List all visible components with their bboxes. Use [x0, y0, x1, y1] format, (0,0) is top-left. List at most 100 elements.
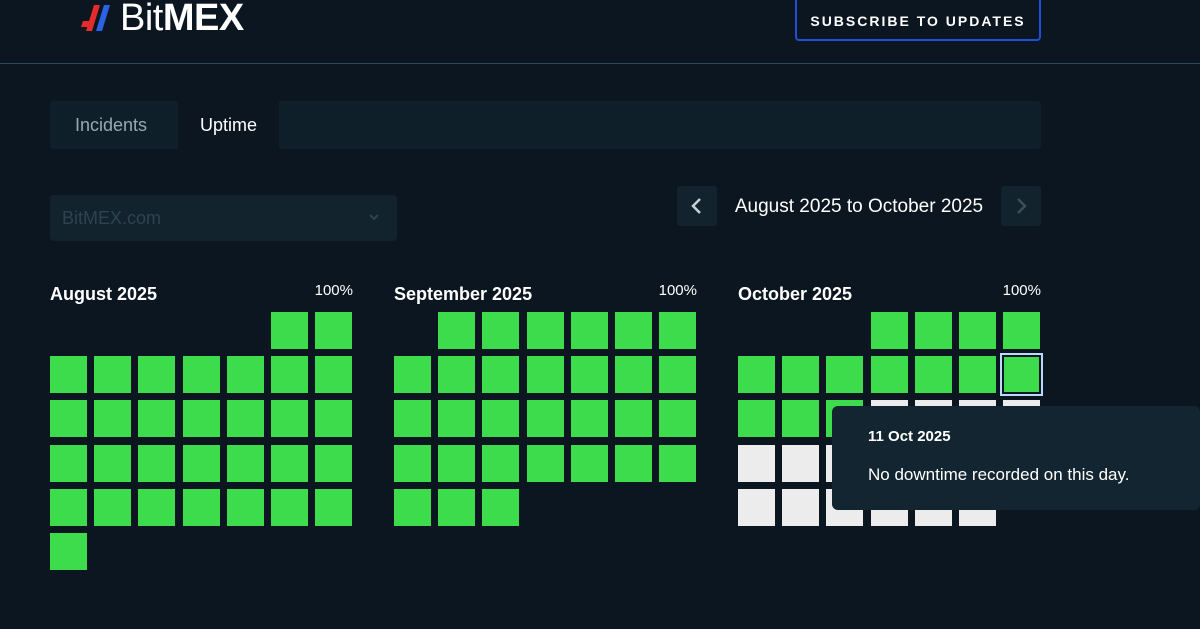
calendar-day[interactable]	[482, 356, 520, 394]
calendar-day[interactable]	[50, 533, 87, 570]
header-divider	[0, 63, 1200, 64]
calendar-day[interactable]	[659, 312, 697, 349]
date-range-label: August 2025 to October 2025	[734, 196, 984, 217]
calendar-day[interactable]	[182, 488, 220, 526]
chevron-left-icon	[691, 198, 701, 214]
calendar-day[interactable]	[959, 356, 996, 394]
calendar-day[interactable]	[315, 312, 353, 349]
calendar-day[interactable]	[570, 312, 608, 349]
calendar-day[interactable]	[782, 400, 820, 438]
calendar-day[interactable]	[482, 312, 520, 349]
calendar-day[interactable]	[50, 444, 87, 482]
calendar-day[interactable]	[782, 444, 820, 482]
calendar-day[interactable]	[526, 356, 564, 394]
calendar-day[interactable]	[738, 400, 775, 438]
calendar-day[interactable]	[315, 400, 353, 438]
calendar-day[interactable]	[570, 400, 608, 438]
calendar-day[interactable]	[615, 444, 652, 482]
calendar-day[interactable]	[438, 488, 476, 526]
calendar-day[interactable]	[94, 400, 132, 438]
calendar-day[interactable]	[271, 488, 308, 526]
next-range-button[interactable]	[1001, 186, 1041, 226]
calendar-day[interactable]	[438, 400, 476, 438]
calendar-day[interactable]	[659, 400, 697, 438]
calendar-day[interactable]	[271, 356, 308, 394]
calendar-day[interactable]	[438, 312, 476, 349]
month-title: October 2025	[738, 284, 853, 304]
chevron-right-icon	[1017, 198, 1027, 214]
calendar-day[interactable]	[394, 400, 431, 438]
component-select-value: BitMEX.com	[62, 207, 162, 228]
calendar-day[interactable]	[94, 444, 132, 482]
component-select[interactable]: BitMEX.com	[50, 195, 397, 241]
calendar-day[interactable]	[94, 488, 132, 526]
calendar-day[interactable]	[271, 444, 308, 482]
calendar-day[interactable]	[570, 444, 608, 482]
calendar-day[interactable]	[394, 488, 431, 526]
previous-range-button[interactable]	[677, 186, 717, 226]
calendar-day[interactable]	[659, 356, 697, 394]
calendar-day[interactable]	[50, 488, 87, 526]
calendar-day[interactable]	[271, 400, 308, 438]
calendar-day[interactable]	[826, 356, 864, 394]
calendar-day[interactable]	[226, 444, 264, 482]
calendar-day[interactable]	[570, 356, 608, 394]
subscribe-button[interactable]: SUBSCRIBE TO UPDATES	[795, 0, 1041, 41]
month-uptime-percent: 100%	[314, 282, 353, 299]
calendar-day[interactable]	[94, 356, 132, 394]
tooltip-date: 11 Oct 2025	[868, 428, 951, 445]
tab-incidents[interactable]: Incidents	[50, 101, 172, 149]
day-tooltip: 11 Oct 2025 No downtime recorded on this…	[832, 406, 1200, 510]
calendar-day[interactable]	[526, 444, 564, 482]
calendar-day[interactable]	[138, 400, 176, 438]
calendar-day[interactable]	[914, 312, 952, 349]
calendar-day[interactable]	[138, 488, 176, 526]
calendar-day[interactable]	[315, 488, 353, 526]
logo-text-bold: MEX	[162, 0, 244, 39]
calendar-day[interactable]	[50, 356, 87, 394]
calendar-day[interactable]	[315, 356, 353, 394]
calendar-day[interactable]	[1003, 312, 1041, 349]
calendar-day[interactable]	[226, 400, 264, 438]
calendar-day[interactable]	[738, 356, 775, 394]
calendar-day[interactable]	[438, 356, 476, 394]
calendar-day[interactable]	[914, 356, 952, 394]
calendar-day[interactable]	[482, 444, 520, 482]
calendar-day[interactable]	[659, 444, 697, 482]
calendar-day[interactable]	[271, 312, 308, 349]
calendar-day[interactable]	[226, 488, 264, 526]
calendar-day[interactable]	[182, 356, 220, 394]
calendar-day[interactable]	[615, 356, 652, 394]
calendar-day[interactable]	[959, 312, 996, 349]
calendar-day[interactable]	[182, 400, 220, 438]
calendar-day[interactable]	[782, 488, 820, 526]
calendar-day[interactable]	[738, 488, 775, 526]
calendar-day[interactable]	[615, 312, 652, 349]
calendar-day[interactable]	[526, 400, 564, 438]
calendar-day[interactable]	[138, 444, 176, 482]
calendar-day[interactable]	[394, 444, 431, 482]
calendar-day[interactable]	[315, 444, 353, 482]
calendar-day[interactable]	[1000, 353, 1044, 397]
calendar-day[interactable]	[394, 356, 431, 394]
tab-uptime[interactable]: Uptime	[178, 101, 279, 149]
calendar-day[interactable]	[870, 312, 908, 349]
tooltip-message: No downtime recorded on this day.	[868, 465, 1130, 484]
month-uptime-percent: 100%	[1002, 282, 1041, 299]
calendar-day[interactable]	[482, 488, 520, 526]
calendar-grid	[50, 312, 354, 582]
calendar-day[interactable]	[226, 356, 264, 394]
calendar-day[interactable]	[526, 312, 564, 349]
tab-bar: Incidents Uptime	[50, 101, 1041, 149]
calendar-day[interactable]	[138, 356, 176, 394]
calendar-day[interactable]	[615, 400, 652, 438]
calendar-day[interactable]	[438, 444, 476, 482]
calendar-day[interactable]	[50, 400, 87, 438]
chevron-down-icon	[369, 214, 379, 221]
calendar-day[interactable]	[482, 400, 520, 438]
calendar-day[interactable]	[738, 444, 775, 482]
calendar-day[interactable]	[870, 356, 908, 394]
calendar-day[interactable]	[782, 356, 820, 394]
calendar-day[interactable]	[182, 444, 220, 482]
bitmex-logo[interactable]: BitMEX	[80, 0, 244, 39]
